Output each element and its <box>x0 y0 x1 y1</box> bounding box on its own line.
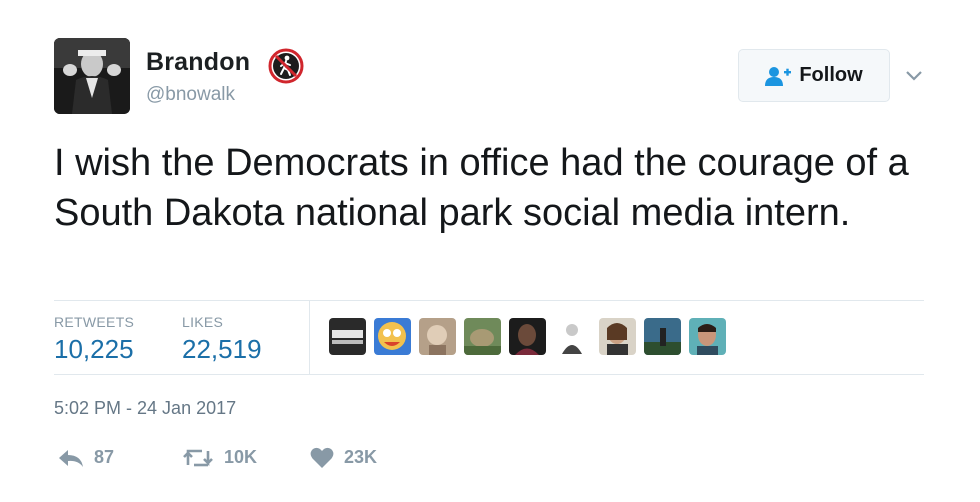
no-walking-icon <box>268 48 304 84</box>
tweet-timestamp[interactable]: 5:02 PM - 24 Jan 2017 <box>54 398 236 419</box>
like-count: 23K <box>344 447 378 467</box>
author-name[interactable]: Brandon <box>146 48 250 77</box>
likes-count[interactable]: 22,519 <box>182 334 262 365</box>
tweet-text: I wish the Democrats in office had the c… <box>54 142 909 234</box>
divider-bottom <box>54 374 924 375</box>
liker-avatar[interactable] <box>419 318 456 355</box>
author-avatar[interactable] <box>54 38 130 114</box>
follow-button[interactable]: Follow <box>738 49 890 102</box>
retweets-count[interactable]: 10,225 <box>54 334 134 365</box>
liker-avatar[interactable] <box>329 318 366 355</box>
stats-separator <box>309 300 310 374</box>
reply-button[interactable]: 87 <box>58 447 114 468</box>
divider-top <box>54 300 924 301</box>
reply-icon <box>59 449 83 467</box>
liker-avatar[interactable] <box>689 318 726 355</box>
add-person-icon <box>765 66 792 86</box>
author-handle[interactable]: @bnowalk <box>146 84 235 106</box>
likes-label: LIKES <box>182 314 224 330</box>
liker-avatar[interactable] <box>464 318 501 355</box>
follow-button-label: Follow <box>799 64 863 86</box>
liker-avatar[interactable] <box>599 318 636 355</box>
heart-icon <box>310 447 334 468</box>
retweet-button[interactable]: 10K <box>182 447 257 468</box>
reply-count: 87 <box>94 447 115 467</box>
like-button[interactable]: 23K <box>310 447 377 468</box>
liker-avatars <box>329 318 726 358</box>
retweet-count: 10K <box>224 447 258 467</box>
liker-avatar[interactable] <box>374 318 411 355</box>
chevron-down-icon[interactable] <box>903 64 925 86</box>
liker-avatar[interactable] <box>644 318 681 355</box>
retweet-icon <box>183 449 213 466</box>
avatar-photo-icon <box>54 38 130 114</box>
liker-avatar[interactable] <box>509 318 546 355</box>
retweets-label: RETWEETS <box>54 314 135 330</box>
liker-avatar[interactable] <box>554 318 591 355</box>
